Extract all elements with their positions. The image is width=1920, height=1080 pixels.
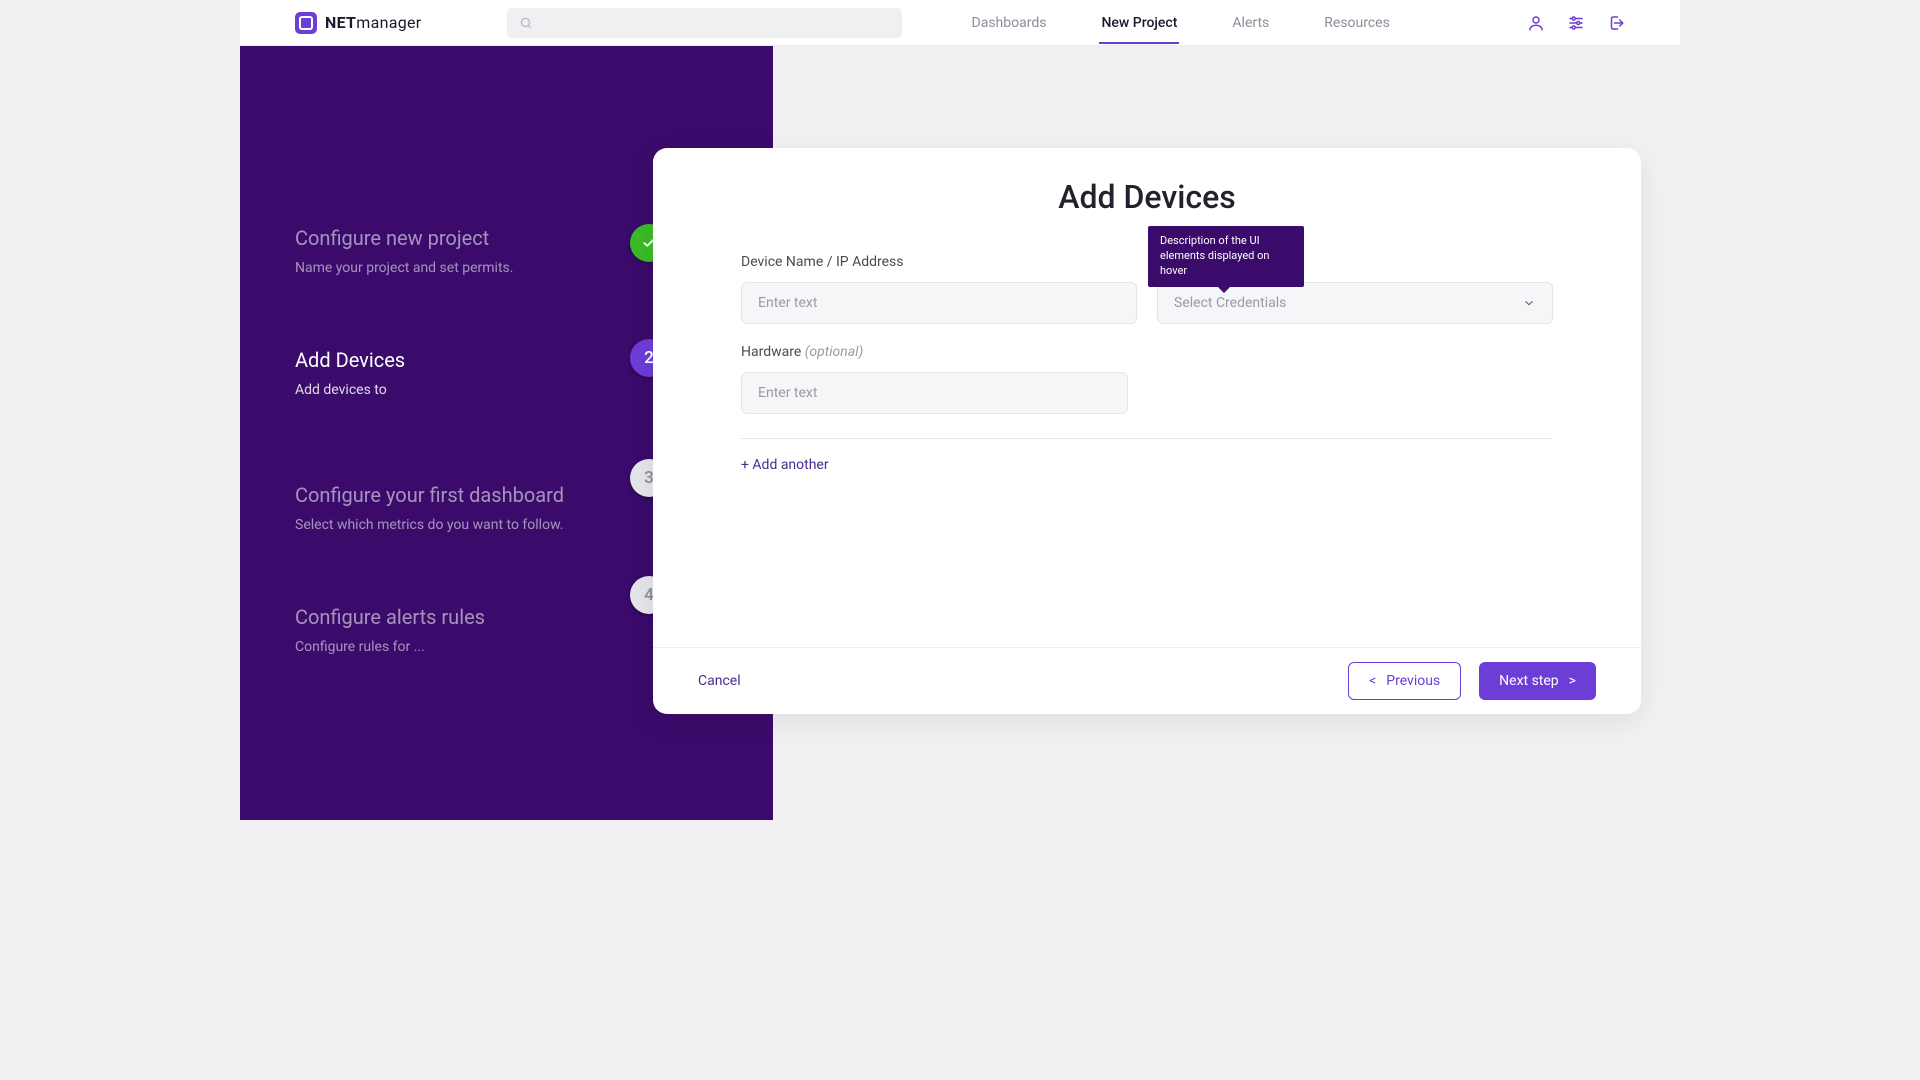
wizard-card: Add Devices Description of the UI elemen… (653, 148, 1641, 714)
previous-button[interactable]: < Previous (1348, 662, 1461, 700)
brand-thin: manager (356, 13, 421, 32)
add-another-link[interactable]: + Add another (741, 457, 1553, 473)
app-header: NETmanager Dashboards New Project Alerts… (240, 0, 1680, 46)
hardware-input[interactable] (741, 372, 1128, 414)
search-input[interactable] (507, 8, 902, 38)
form-divider (741, 438, 1553, 439)
next-step-button-label: Next step (1499, 673, 1559, 689)
brand-bold: NET (325, 13, 356, 32)
logo-mark-icon (295, 12, 317, 34)
settings-sliders-icon[interactable] (1567, 14, 1585, 32)
logout-icon[interactable] (1607, 14, 1625, 32)
search-icon (519, 16, 533, 30)
chevron-down-icon (1522, 296, 1536, 310)
previous-button-label: Previous (1386, 673, 1440, 689)
device-name-label: Device Name / IP Address (741, 254, 1137, 270)
hardware-label: Hardware (optional) (741, 344, 1128, 360)
cancel-link[interactable]: Cancel (698, 673, 741, 689)
next-step-button[interactable]: Next step > (1479, 662, 1596, 700)
credentials-tooltip: Description of the UI elements displayed… (1148, 226, 1304, 287)
nav-alerts[interactable]: Alerts (1232, 3, 1269, 43)
user-icon[interactable] (1527, 14, 1545, 32)
top-nav: Dashboards New Project Alerts Resources (972, 3, 1390, 43)
credentials-placeholder: Select Credentials (1174, 295, 1286, 311)
caret-right-icon: > (1569, 673, 1576, 689)
caret-left-icon: < (1369, 673, 1376, 689)
nav-new-project[interactable]: New Project (1101, 3, 1177, 43)
card-footer: Cancel < Previous Next step > (653, 647, 1641, 714)
nav-dashboards[interactable]: Dashboards (972, 3, 1047, 43)
device-name-input[interactable] (741, 282, 1137, 324)
card-title: Add Devices (741, 178, 1553, 216)
nav-resources[interactable]: Resources (1324, 3, 1390, 43)
hardware-label-text: Hardware (741, 344, 801, 360)
hardware-optional-text: (optional) (805, 344, 863, 360)
app-logo[interactable]: NETmanager (295, 12, 422, 34)
credentials-select[interactable]: Select Credentials (1157, 282, 1553, 324)
